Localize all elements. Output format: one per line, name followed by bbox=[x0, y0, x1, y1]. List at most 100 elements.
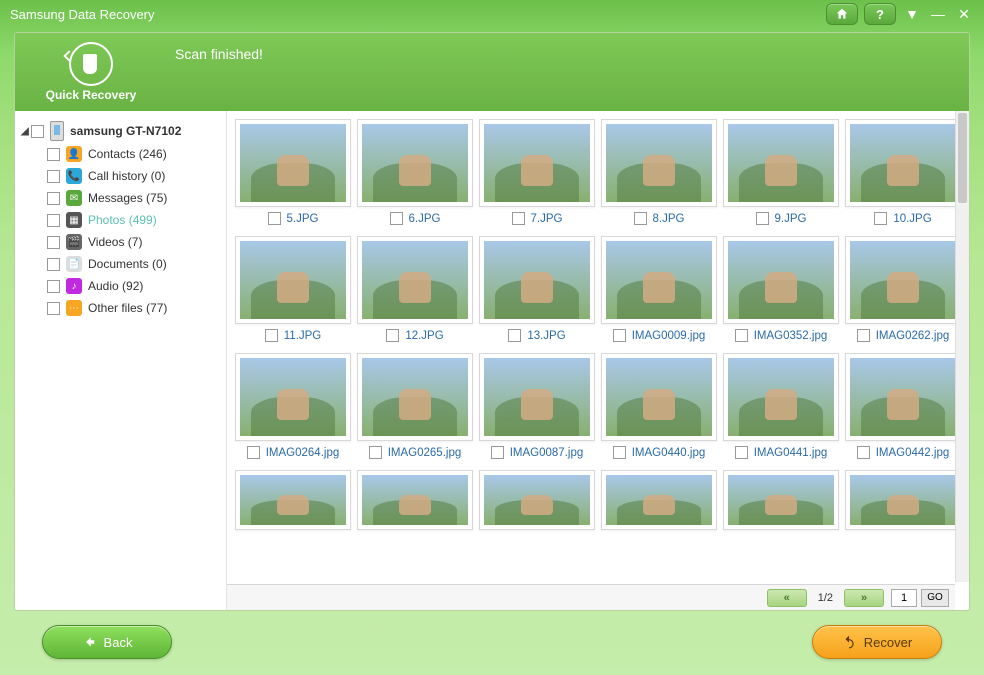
recover-button[interactable]: Recover bbox=[812, 625, 942, 659]
thumbnail[interactable] bbox=[601, 470, 717, 530]
thumbnail[interactable]: IMAG0442.jpg bbox=[845, 353, 955, 464]
thumbnail-image[interactable] bbox=[723, 236, 839, 324]
thumbnail-checkbox[interactable] bbox=[268, 212, 281, 225]
page-go-button[interactable]: GO bbox=[921, 589, 949, 607]
thumbnail-image[interactable] bbox=[601, 236, 717, 324]
sidebar-item-5[interactable]: 📄Documents (0) bbox=[19, 253, 222, 275]
home-button[interactable] bbox=[826, 3, 858, 25]
thumbnail-checkbox[interactable] bbox=[265, 329, 278, 342]
thumbnail-checkbox[interactable] bbox=[735, 446, 748, 459]
thumbnail[interactable]: 11.JPG bbox=[235, 236, 351, 347]
thumbnail[interactable]: 10.JPG bbox=[845, 119, 955, 230]
sidebar-item-7[interactable]: ⋯Other files (77) bbox=[19, 297, 222, 319]
thumbnail[interactable]: IMAG0441.jpg bbox=[723, 353, 839, 464]
thumbnail-image[interactable] bbox=[357, 119, 473, 207]
thumbnail[interactable]: 7.JPG bbox=[479, 119, 595, 230]
thumbnail[interactable]: IMAG0009.jpg bbox=[601, 236, 717, 347]
thumbnail-checkbox[interactable] bbox=[247, 446, 260, 459]
thumbnail[interactable]: IMAG0265.jpg bbox=[357, 353, 473, 464]
thumbnail-image[interactable] bbox=[845, 353, 955, 441]
thumbnail-checkbox[interactable] bbox=[857, 446, 870, 459]
sidebar-item-checkbox[interactable] bbox=[47, 302, 60, 315]
minimize-button[interactable]: — bbox=[928, 4, 948, 24]
thumbnail-image[interactable] bbox=[845, 470, 955, 530]
scrollbar-thumb[interactable] bbox=[958, 113, 967, 203]
thumbnail[interactable]: 8.JPG bbox=[601, 119, 717, 230]
sidebar-item-3[interactable]: ▦Photos (499) bbox=[19, 209, 222, 231]
thumbnail[interactable]: IMAG0087.jpg bbox=[479, 353, 595, 464]
sidebar-item-4[interactable]: 🎬Videos (7) bbox=[19, 231, 222, 253]
thumbnail-checkbox[interactable] bbox=[634, 212, 647, 225]
sidebar-item-0[interactable]: 👤Contacts (246) bbox=[19, 143, 222, 165]
thumbnail-image[interactable] bbox=[357, 470, 473, 530]
thumbnail[interactable]: 13.JPG bbox=[479, 236, 595, 347]
device-node[interactable]: ◢ samsung GT-N7102 bbox=[19, 119, 222, 143]
thumbnail-checkbox[interactable] bbox=[857, 329, 870, 342]
thumbnail-image[interactable] bbox=[357, 236, 473, 324]
sidebar-item-checkbox[interactable] bbox=[47, 170, 60, 183]
thumbnail[interactable]: 12.JPG bbox=[357, 236, 473, 347]
thumbnail[interactable] bbox=[845, 470, 955, 530]
thumbnail[interactable]: 9.JPG bbox=[723, 119, 839, 230]
thumbnail-checkbox[interactable] bbox=[508, 329, 521, 342]
thumbnail-image[interactable] bbox=[845, 119, 955, 207]
scrollbar[interactable] bbox=[955, 111, 969, 582]
thumbnail-checkbox[interactable] bbox=[386, 329, 399, 342]
thumbnail-checkbox[interactable] bbox=[491, 446, 504, 459]
sidebar-item-2[interactable]: ✉Messages (75) bbox=[19, 187, 222, 209]
thumbnail[interactable] bbox=[479, 470, 595, 530]
close-button[interactable]: ✕ bbox=[954, 4, 974, 24]
thumbnail[interactable] bbox=[357, 470, 473, 530]
page-prev-button[interactable]: « bbox=[767, 589, 807, 607]
thumbnail-image[interactable] bbox=[845, 236, 955, 324]
page-input[interactable] bbox=[891, 589, 917, 607]
thumbnail[interactable]: IMAG0352.jpg bbox=[723, 236, 839, 347]
thumbnail[interactable] bbox=[723, 470, 839, 530]
back-button[interactable]: Back bbox=[42, 625, 172, 659]
page-next-button[interactable]: » bbox=[844, 589, 884, 607]
thumbnail-image[interactable] bbox=[479, 119, 595, 207]
thumbnail-image[interactable] bbox=[235, 353, 351, 441]
device-checkbox[interactable] bbox=[31, 125, 44, 138]
thumbnail[interactable]: 6.JPG bbox=[357, 119, 473, 230]
sidebar-item-checkbox[interactable] bbox=[47, 148, 60, 161]
sidebar-item-6[interactable]: ♪Audio (92) bbox=[19, 275, 222, 297]
thumbnail-image[interactable] bbox=[479, 470, 595, 530]
thumbnail-image[interactable] bbox=[601, 119, 717, 207]
thumbnail-image[interactable] bbox=[235, 119, 351, 207]
thumbnail-checkbox[interactable] bbox=[613, 329, 626, 342]
thumbnail-image[interactable] bbox=[235, 470, 351, 530]
thumbnail[interactable]: IMAG0440.jpg bbox=[601, 353, 717, 464]
dropdown-button[interactable]: ▼ bbox=[902, 4, 922, 24]
recover-label: Recover bbox=[864, 635, 912, 650]
thumbnail-checkbox[interactable] bbox=[390, 212, 403, 225]
sidebar-item-checkbox[interactable] bbox=[47, 214, 60, 227]
thumbnail-checkbox[interactable] bbox=[874, 212, 887, 225]
thumbnail-image[interactable] bbox=[479, 236, 595, 324]
sidebar-item-checkbox[interactable] bbox=[47, 280, 60, 293]
thumbnail-image[interactable] bbox=[723, 119, 839, 207]
thumbnail-image[interactable] bbox=[235, 236, 351, 324]
sidebar-item-1[interactable]: 📞Call history (0) bbox=[19, 165, 222, 187]
sidebar-item-checkbox[interactable] bbox=[47, 258, 60, 271]
thumbnail-checkbox[interactable] bbox=[756, 212, 769, 225]
thumbnail-image[interactable] bbox=[357, 353, 473, 441]
thumbnail-image[interactable] bbox=[723, 470, 839, 530]
thumbnail-image[interactable] bbox=[601, 470, 717, 530]
sidebar-item-checkbox[interactable] bbox=[47, 236, 60, 249]
thumbnail-checkbox[interactable] bbox=[369, 446, 382, 459]
help-button[interactable]: ? bbox=[864, 3, 896, 25]
thumbnail-checkbox[interactable] bbox=[613, 446, 626, 459]
thumbnail-checkbox[interactable] bbox=[735, 329, 748, 342]
thumbnail-image[interactable] bbox=[479, 353, 595, 441]
thumbnail-image[interactable] bbox=[723, 353, 839, 441]
thumbnail[interactable] bbox=[235, 470, 351, 530]
thumbnail-checkbox[interactable] bbox=[512, 212, 525, 225]
sidebar-item-checkbox[interactable] bbox=[47, 192, 60, 205]
thumbnail[interactable]: 5.JPG bbox=[235, 119, 351, 230]
thumbnail[interactable]: IMAG0264.jpg bbox=[235, 353, 351, 464]
minimize-icon: — bbox=[931, 6, 945, 22]
collapse-icon[interactable]: ◢ bbox=[21, 126, 31, 137]
thumbnail[interactable]: IMAG0262.jpg bbox=[845, 236, 955, 347]
thumbnail-image[interactable] bbox=[601, 353, 717, 441]
